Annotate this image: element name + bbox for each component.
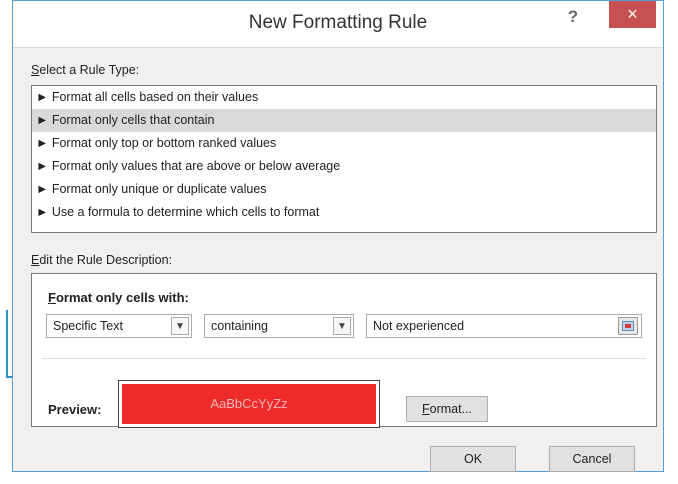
rule-type-item-selected[interactable]: ► Format only cells that contain <box>32 109 656 132</box>
rule-type-item[interactable]: ► Format only top or bottom ranked value… <box>32 132 656 155</box>
rule-type-item[interactable]: ► Use a formula to determine which cells… <box>32 201 656 224</box>
chevron-down-icon[interactable]: ▼ <box>171 317 189 335</box>
preview-box: AaBbCcYyZz <box>118 380 380 428</box>
preview-sample: AaBbCcYyZz <box>122 384 376 424</box>
cell-range-icon[interactable] <box>618 317 638 335</box>
rule-type-label: Select a Rule Type: <box>31 63 140 77</box>
new-formatting-rule-dialog: New Formatting Rule ? × Select a Rule Ty… <box>12 0 664 472</box>
preview-label: Preview: <box>48 402 102 417</box>
rule-type-item[interactable]: ► Format all cells based on their values <box>32 86 656 109</box>
rule-type-item[interactable]: ► Format only values that are above or b… <box>32 155 656 178</box>
close-button[interactable]: × <box>609 1 656 28</box>
value-input[interactable] <box>371 318 605 334</box>
callout-arrow-vertical <box>6 310 8 378</box>
operator-dropdown[interactable]: containing ▼ <box>204 314 354 338</box>
rule-description-label: Edit the Rule Description: <box>31 253 173 267</box>
operator-value: containing <box>211 319 268 333</box>
value-field[interactable] <box>366 314 642 338</box>
format-only-cells-label: Format only cells with: <box>48 290 189 305</box>
title-bar: New Formatting Rule ? × <box>13 1 663 48</box>
condition-type-value: Specific Text <box>53 319 123 333</box>
format-button[interactable]: Format... <box>406 396 488 422</box>
rule-type-item[interactable]: ► Format only unique or duplicate values <box>32 178 656 201</box>
ok-button[interactable]: OK <box>430 446 516 472</box>
divider <box>42 358 646 359</box>
help-button[interactable]: ? <box>563 7 583 27</box>
rule-description-panel: Format only cells with: Specific Text ▼ … <box>31 273 657 428</box>
condition-type-dropdown[interactable]: Specific Text ▼ <box>46 314 192 338</box>
cancel-button[interactable]: Cancel <box>549 446 635 472</box>
rule-type-list[interactable]: ► Format all cells based on their values… <box>31 85 657 233</box>
chevron-down-icon[interactable]: ▼ <box>333 317 351 335</box>
